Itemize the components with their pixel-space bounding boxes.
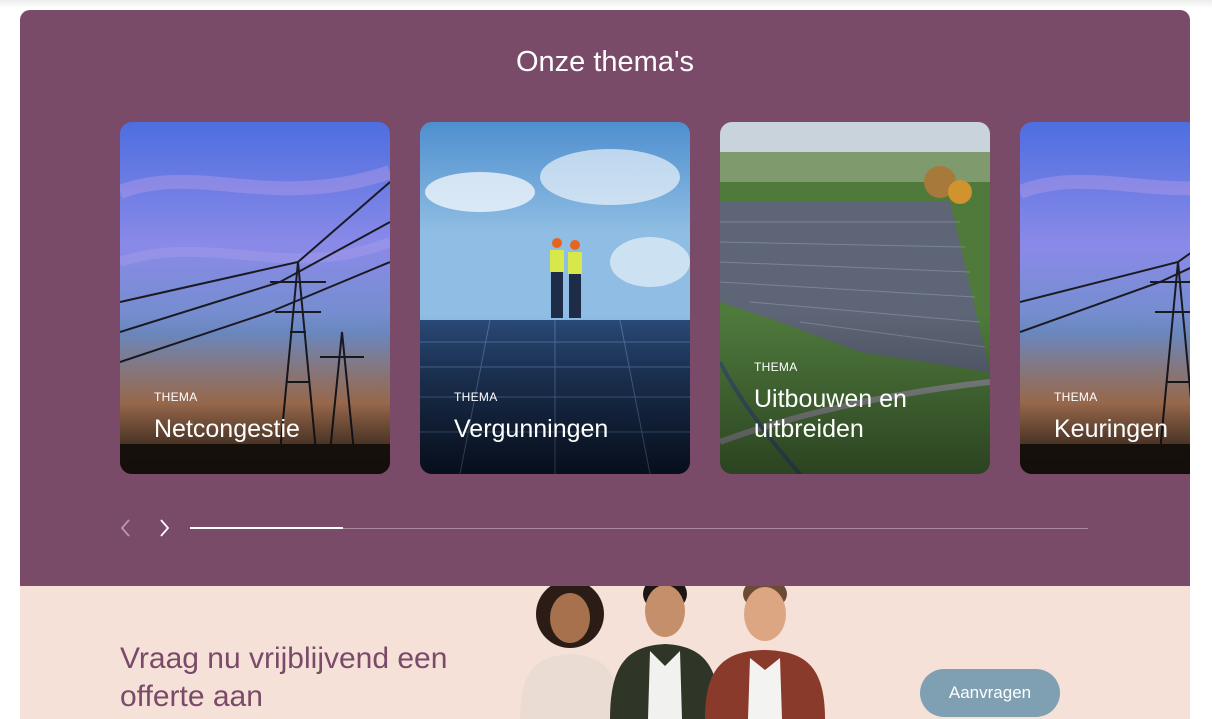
- chevron-left-icon: [120, 519, 130, 537]
- carousel-progress-fill: [190, 527, 343, 529]
- card-title: Vergunningen: [454, 415, 609, 443]
- card-kicker: THEMA: [154, 390, 198, 404]
- page-right-margin: [1190, 10, 1212, 719]
- carousel-next-button[interactable]: [154, 516, 174, 540]
- card-title: Netcongestie: [154, 415, 300, 443]
- theme-card-uitbouwen[interactable]: THEMA Uitbouwen en uitbreiden: [720, 122, 990, 474]
- card-kicker: THEMA: [1054, 390, 1098, 404]
- page-top-edge: [0, 0, 1212, 8]
- carousel-prev-button[interactable]: [116, 516, 136, 540]
- themes-title: Onze thema's: [515, 46, 694, 78]
- theme-card-netcongestie[interactable]: THEMA Netcongestie: [120, 122, 390, 474]
- themes-section: Onze thema's THEMA Netcongestie THEMA Ve…: [20, 10, 1190, 586]
- card-title: Keuringen: [1054, 415, 1168, 443]
- cta-heading: Vraag nu vrijblijvend een offerte aan: [120, 642, 448, 713]
- card-shade: [1020, 314, 1190, 474]
- chevron-right-icon: [160, 519, 170, 537]
- people-image: [520, 586, 825, 719]
- request-quote-button[interactable]: Aanvragen: [920, 669, 1060, 717]
- theme-card-keuringen[interactable]: THEMA Keuringen: [1020, 122, 1190, 474]
- card-title: Uitbouwen en uitbreiden: [754, 385, 907, 443]
- theme-card-vergunningen[interactable]: THEMA Vergunningen: [420, 122, 690, 474]
- quote-cta-section: Vraag nu vrijblijvend een offerte aan Aa…: [20, 586, 1190, 719]
- card-kicker: THEMA: [454, 390, 498, 404]
- card-kicker: THEMA: [754, 360, 798, 374]
